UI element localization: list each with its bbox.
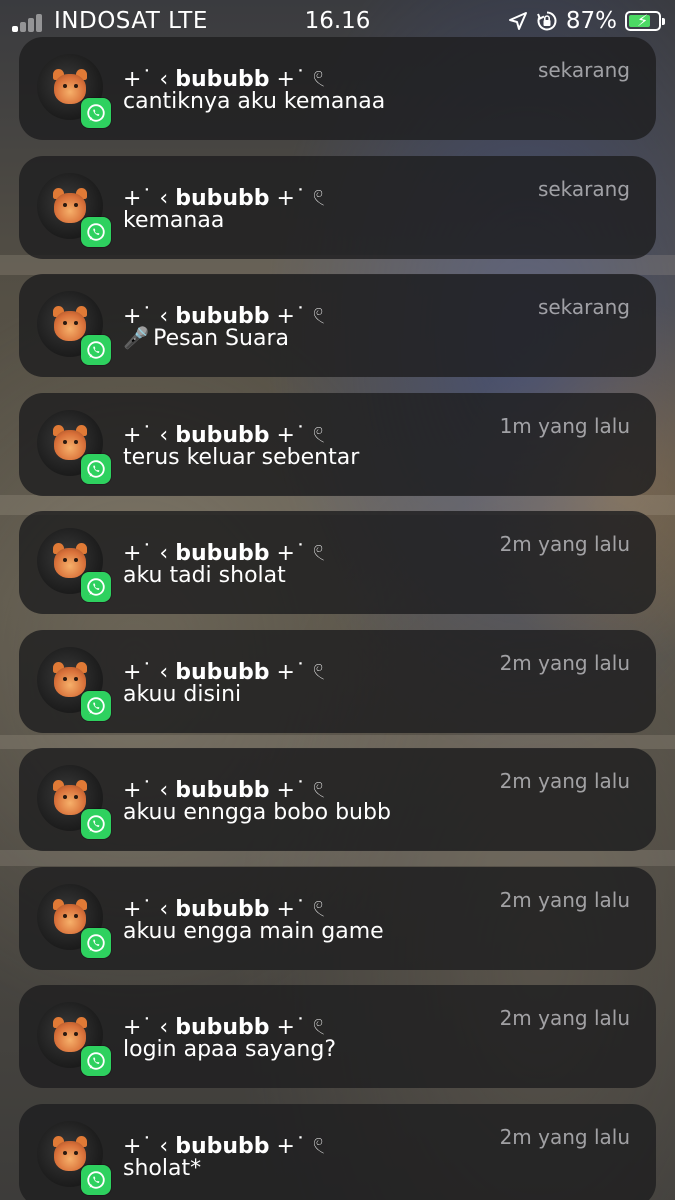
battery-percent: 87%: [565, 8, 617, 34]
notification-time: 2m yang lalu: [499, 769, 630, 793]
notification-message: login apaa sayang?: [123, 1037, 337, 1062]
notification-message: cantiknya aku kemanaa: [123, 89, 386, 114]
notification-list: +˙ ‹ bububb +˙ 𓏲 sekarang cantiknya aku …: [19, 37, 656, 1200]
whatsapp-icon: [81, 1046, 111, 1076]
whatsapp-icon: [81, 572, 111, 602]
contact-avatar: [37, 1120, 111, 1195]
notification-time: 1m yang lalu: [499, 413, 630, 438]
notification-message: akuu engga main game: [123, 918, 384, 944]
notification-time: sekarang: [537, 295, 630, 319]
notification-time: 2m yang lalu: [499, 1124, 630, 1149]
contact-avatar: [37, 883, 111, 958]
whatsapp-icon: [81, 335, 111, 365]
notification-card[interactable]: +˙ ‹ bububb +˙ 𓏲 2m yang lalu akuu enngg…: [19, 748, 656, 851]
notification-card[interactable]: +˙ ‹ bububb +˙ 𓏲 sekarang kemanaa: [19, 155, 656, 259]
location-arrow-icon: [508, 12, 527, 30]
whatsapp-icon: [81, 216, 111, 247]
status-bar: INDOSAT LTE 16.16 87% ⚡: [0, 0, 675, 42]
notification-message: akuu enngga bobo bubb: [123, 800, 391, 825]
whatsapp-icon: [81, 690, 111, 721]
notification-message: sholat*: [123, 1155, 202, 1181]
notification-card[interactable]: +˙ ‹ bububb +˙ 𓏲 2m yang lalu akuu engga…: [19, 866, 656, 970]
notification-message: akuu disini: [123, 681, 242, 707]
notification-card[interactable]: +˙ ‹ bububb +˙ 𓏲 2m yang lalu sholat*: [19, 1103, 656, 1200]
notification-time: sekarang: [537, 176, 630, 201]
contact-avatar: [37, 409, 111, 484]
notification-message: 🎤 Pesan Suara: [123, 326, 289, 351]
notification-message: aku tadi sholat: [123, 563, 286, 588]
whatsapp-icon: [81, 1164, 111, 1195]
notification-time: 2m yang lalu: [499, 650, 630, 675]
notification-message: kemanaa: [123, 207, 225, 233]
contact-avatar: [37, 54, 111, 128]
whatsapp-icon: [81, 809, 111, 839]
notification-message: terus keluar sebentar: [123, 444, 360, 470]
battery-charging-icon: ⚡: [625, 11, 665, 31]
contact-avatar: [37, 172, 111, 247]
contact-avatar: [37, 646, 111, 721]
notification-time: sekarang: [537, 58, 630, 82]
contact-avatar: [37, 528, 111, 602]
whatsapp-icon: [81, 453, 111, 484]
notification-card[interactable]: +˙ ‹ bububb +˙ 𓏲 1m yang lalu terus kelu…: [19, 392, 656, 496]
notification-time: 2m yang lalu: [499, 1006, 630, 1030]
rotation-lock-icon: [536, 11, 557, 31]
notification-card[interactable]: +˙ ‹ bububb +˙ 𓏲 sekarang 🎤 Pesan Suara: [19, 274, 656, 377]
notification-card[interactable]: +˙ ‹ bububb +˙ 𓏲 2m yang lalu login apaa…: [19, 985, 656, 1088]
microphone-icon: 🎤: [123, 326, 150, 350]
notification-time: 2m yang lalu: [499, 887, 630, 912]
notification-time: 2m yang lalu: [499, 532, 630, 556]
notification-card[interactable]: +˙ ‹ bububb +˙ 𓏲 sekarang cantiknya aku …: [19, 37, 656, 140]
whatsapp-icon: [81, 927, 111, 958]
notification-card[interactable]: +˙ ‹ bububb +˙ 𓏲 2m yang lalu aku tadi s…: [19, 511, 656, 614]
notification-card[interactable]: +˙ ‹ bububb +˙ 𓏲 2m yang lalu akuu disin…: [19, 629, 656, 733]
contact-avatar: [37, 291, 111, 365]
contact-avatar: [37, 1002, 111, 1076]
contact-avatar: [37, 765, 111, 839]
whatsapp-icon: [81, 98, 111, 128]
